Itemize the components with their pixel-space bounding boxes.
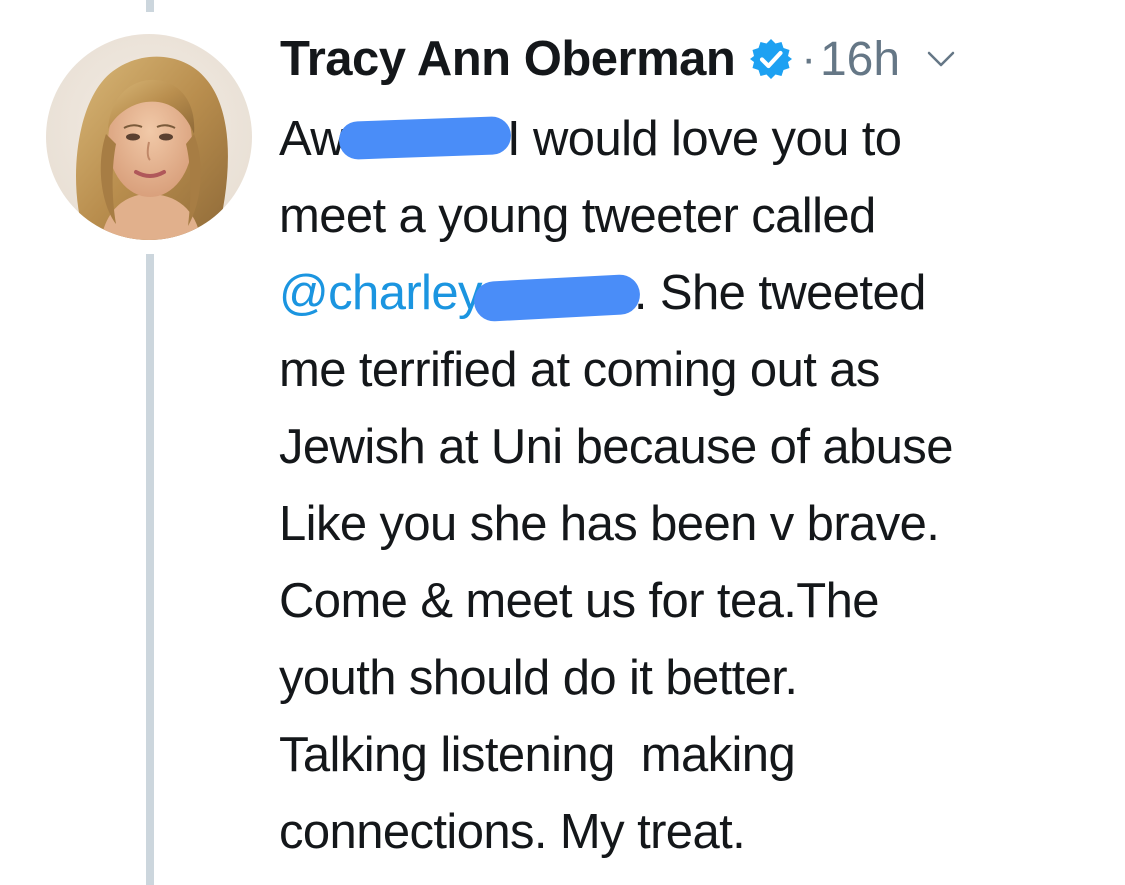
tweet-line-6: Like you she has been v brave. [279,497,940,551]
thread-connector [146,254,154,885]
tweet-text-fragment: I would love you to [506,112,902,166]
avatar[interactable] [46,34,252,240]
tweet-line-3: @charley . She tweeted [279,255,1109,332]
verified-badge-icon [749,37,793,81]
author-name[interactable]: Tracy Ann Oberman [280,31,736,87]
tweet-text: Aw I would love you to meet a young tweet… [279,101,1109,871]
tweet-line-8: youth should do it better. [279,651,798,705]
tweet-line-1: Aw I would love you to [279,101,1109,178]
timestamp[interactable]: 16h [820,32,900,87]
tweet-line-9: Talking listening making [279,728,796,782]
meta-separator: · [801,34,816,83]
tweet-line-7: Come & meet us for tea.The [279,574,880,628]
redaction-mark [338,116,512,161]
tweet-text-fragment: . She tweeted [633,266,926,320]
tweet-line-4: me terrified at coming out as [279,343,880,397]
redaction-mark [472,273,641,323]
chevron-down-icon[interactable] [926,49,956,69]
tweet-line-10: connections. My treat. [279,805,746,859]
tweet-line-2: meet a young tweeter called [279,189,876,243]
tweet-header: Tracy Ann Oberman · 16h [280,28,956,90]
tweet-line-5: Jewish at Uni because of abuse [279,420,953,474]
tweet-text-fragment: Aw [279,112,346,166]
mention-link[interactable]: @charley [279,266,483,320]
thread-connector-top [146,0,154,12]
